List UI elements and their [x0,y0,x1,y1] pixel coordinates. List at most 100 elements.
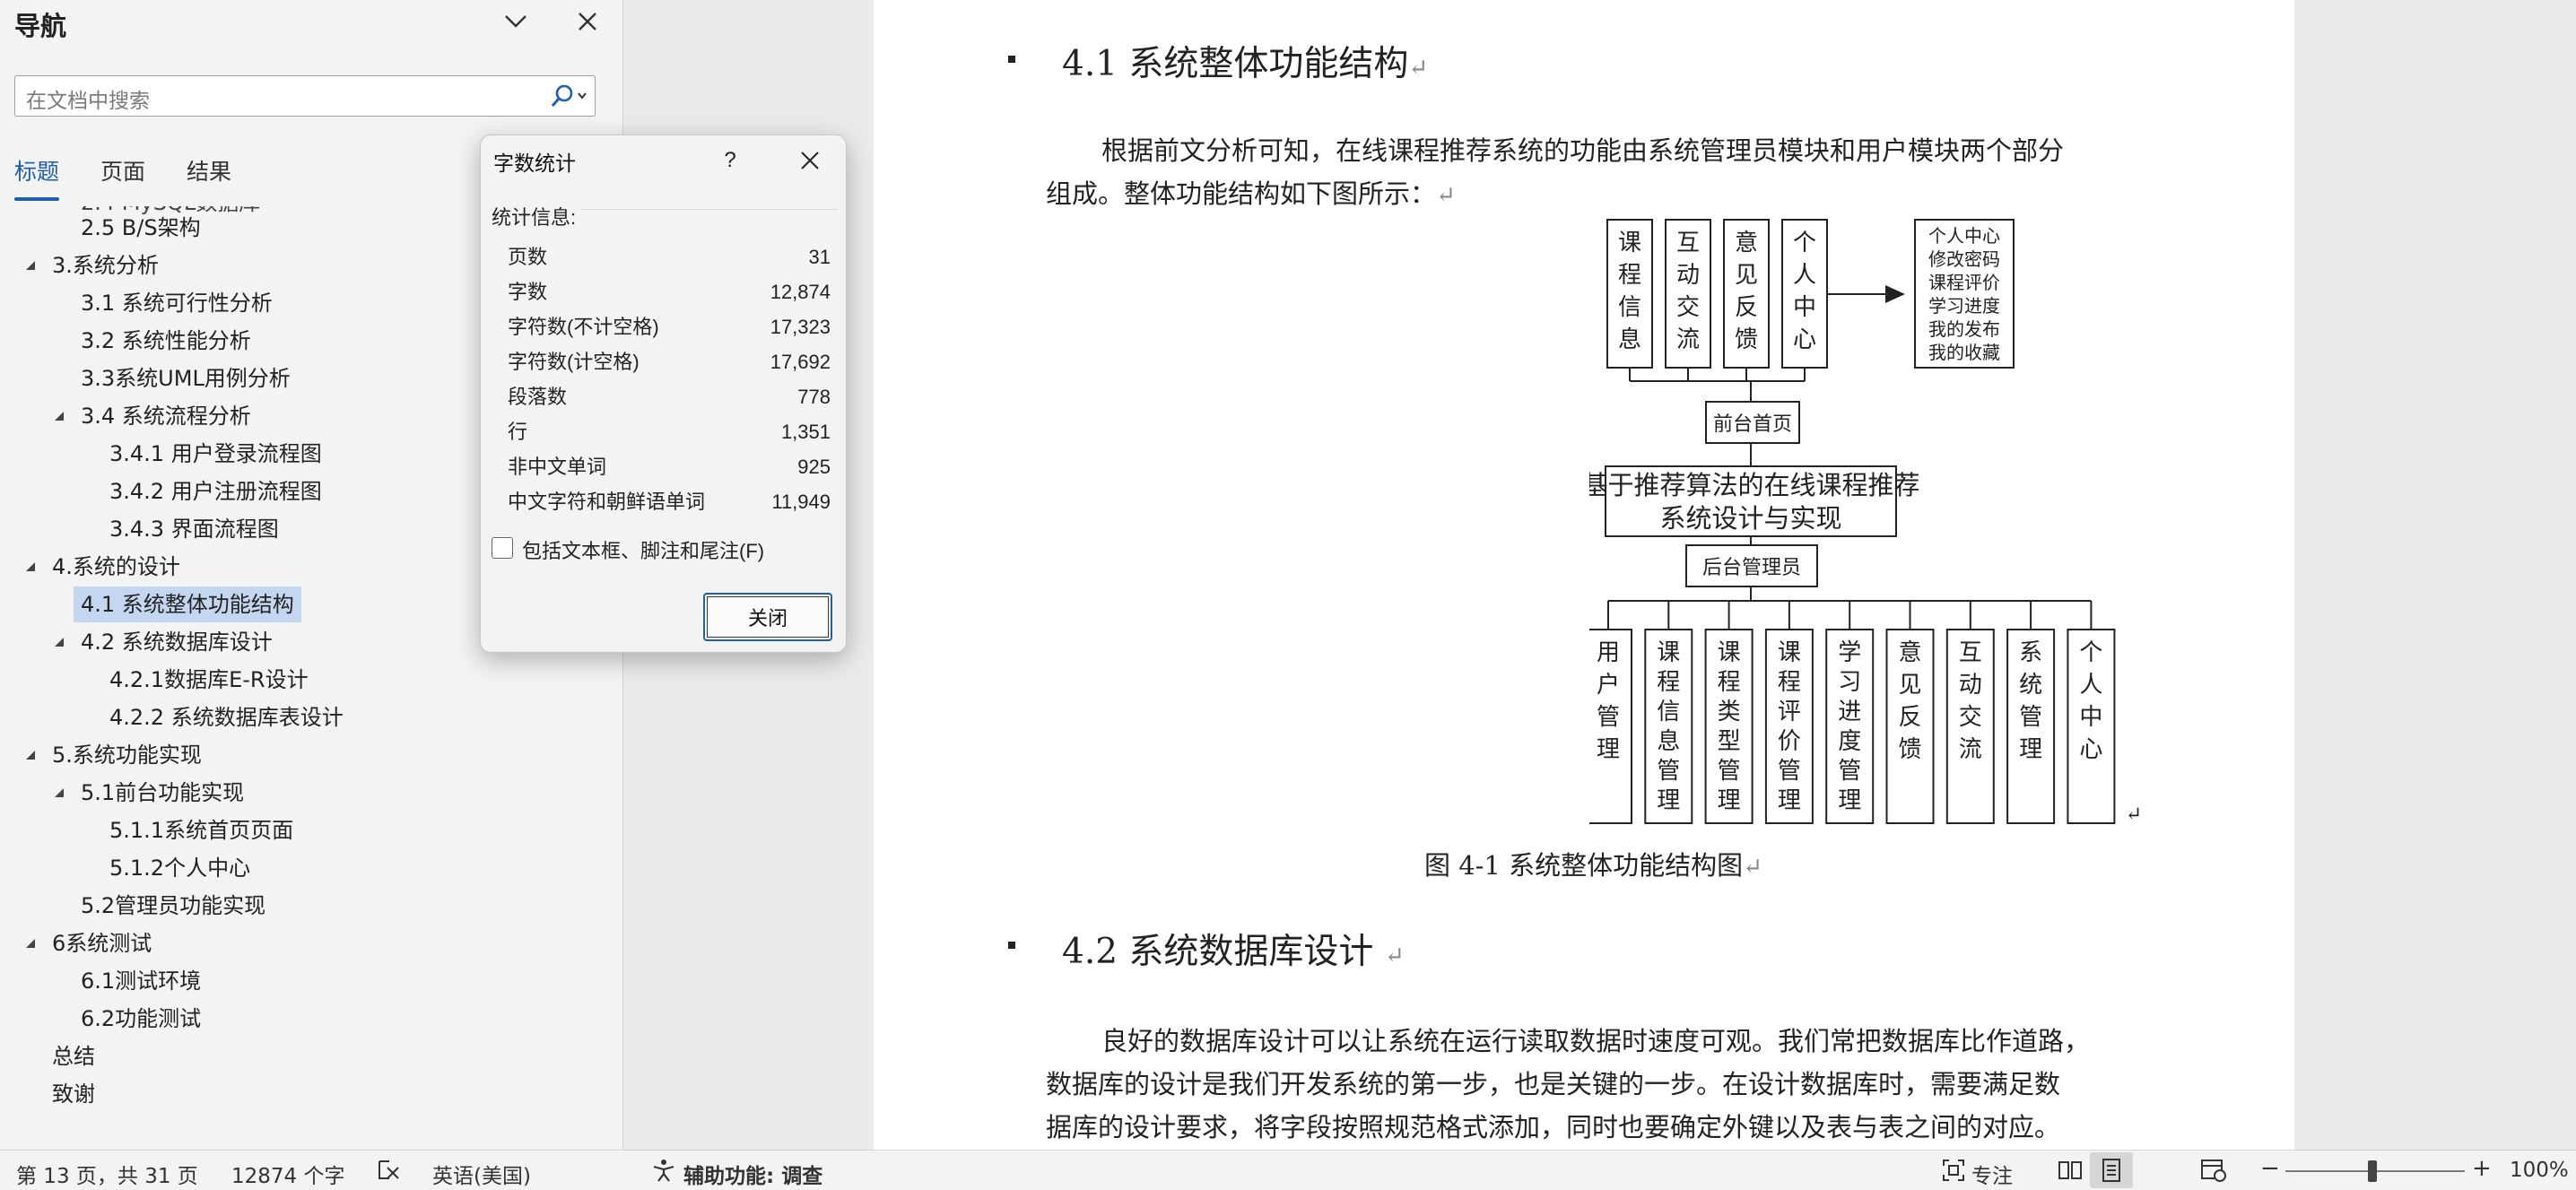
tree-item-label: 致谢 [52,1081,95,1107]
collapse-triangle-icon[interactable] [47,624,72,660]
collapse-triangle-icon[interactable] [18,549,43,585]
proofing-icon[interactable] [375,1156,404,1185]
management-module-label: 学 [1838,639,1861,666]
word-count-dialog: 字数统计 ? 统计信息: 包括文本框、脚注和尾注(F) 关闭 页数 31 字数 12,… [480,135,847,653]
stat-row: 行 1,351 [508,414,831,449]
close-button[interactable]: 关闭 [703,593,832,641]
tree-item[interactable]: 总结 [0,1038,622,1074]
search-placeholder: 在文档中搜索 [26,90,150,113]
collapse-triangle-icon[interactable] [47,775,72,811]
tree-item[interactable]: 5.1.1系统首页页面 [0,812,622,848]
paragraph-line: 根据前文分析可知，在线课程推荐系统的功能由系统管理员模块和用户模块两个部分 [1101,135,2065,166]
stat-row: 字数 12,874 [508,274,831,309]
search-input[interactable]: 在文档中搜索 [14,75,596,117]
tree-item[interactable]: 5.系统功能实现 [0,737,622,773]
zoom-out-button[interactable]: − [2260,1155,2280,1182]
tab-headings[interactable]: 标题 [14,154,59,187]
collapse-triangle-icon[interactable] [18,248,43,283]
paragraph-line: 组成。整体功能结构如下图所示：↵ [1046,178,1456,209]
print-layout-icon [2097,1156,2126,1185]
tree-item[interactable]: 致谢 [0,1076,622,1112]
management-module-label: 型 [1718,728,1741,755]
paragraph-line: 数据库的设计是我们开发系统的第一步，也是关键的一步。在设计数据库时，需要满足数 [1046,1069,2061,1099]
paragraph-line: 据库的设计要求，将字段按照规范格式添加，同时也要确定外键以及表与表之间的对应。 [1046,1112,2061,1142]
management-module-label: 理 [1718,787,1741,814]
management-module-label: 习 [1838,669,1861,696]
system-title-line: 基于推荐算法的在线课程推荐 [1589,470,1920,500]
tree-item-label: 4.系统的设计 [52,554,180,579]
stat-row: 页数 31 [508,239,831,274]
tree-item[interactable]: 6.2功能测试 [0,1001,622,1037]
focus-icon[interactable] [1939,1156,1968,1185]
tab-results[interactable]: 结果 [187,154,231,187]
collapse-triangle-icon[interactable] [47,398,72,434]
module-box-label: 心 [1793,326,1816,353]
management-module-label: 管 [1778,758,1801,785]
word-count[interactable]: 12874 个字 [231,1159,344,1189]
language[interactable]: 英语(美国) [432,1159,531,1189]
module-box-label: 意 [1735,230,1758,256]
tree-item-label: 3.4 系统流程分析 [81,404,251,429]
focus-mode-label[interactable]: 专注 [1971,1159,2013,1189]
tree-item[interactable]: 6.1测试环境 [0,963,622,999]
tree-item-label: 5.2管理员功能实现 [81,893,266,918]
zoom-level[interactable]: 100% [2510,1159,2569,1182]
stat-value: 17,692 [770,351,831,373]
management-module-label: 息 [1657,728,1680,755]
tree-item[interactable]: 4.2.1数据库E-R设计 [0,662,622,698]
management-module-label: 类 [1718,699,1741,725]
zoom-in-button[interactable]: + [2472,1155,2492,1182]
collapse-triangle-icon[interactable] [18,737,43,773]
search-icon[interactable] [543,78,593,114]
management-module-label: 互 [1959,639,1982,666]
module-box-label: 息 [1618,326,1641,353]
tree-item-label: 4.2.1数据库E-R设计 [109,667,309,692]
include-textboxes-checkbox[interactable] [492,537,513,559]
read-mode-icon[interactable] [2056,1156,2084,1185]
tab-pages[interactable]: 页面 [100,154,145,187]
module-box-label: 课 [1618,230,1641,256]
stat-row: 中文字符和朝鲜语单词 11,949 [508,484,831,519]
module-box-label: 见 [1735,262,1758,289]
stat-label: 页数 [508,246,548,268]
tree-item[interactable]: 4.2.2 系统数据库表设计 [0,699,622,735]
checkbox-label[interactable]: 包括文本框、脚注和尾注(F) [522,535,764,564]
tree-item[interactable]: 6系统测试 [0,925,622,961]
collapse-triangle-icon[interactable] [18,925,43,961]
system-title-line: 系统设计与实现 [1659,503,1841,534]
management-module-label: 程 [1657,669,1680,696]
function-structure-diagram: 课程信息互动交流意见反馈个人中心个人中心修改密码课程评价学习进度我的发布我的收藏… [1589,219,2142,825]
accessibility-icon[interactable] [649,1156,678,1185]
tree-item-label: 4.2.2 系统数据库表设计 [109,705,344,730]
management-module-label: 度 [1838,728,1861,755]
tree-item[interactable]: 5.1前台功能实现 [0,775,622,811]
management-module-label: 课 [1657,639,1680,666]
tree-item-label: 3.4.2 用户注册流程图 [109,479,322,504]
accessibility-status[interactable]: 辅助功能: 调查 [683,1159,822,1189]
stat-row: 段落数 778 [508,379,831,414]
front-page-label: 前台首页 [1713,413,1792,436]
stat-value: 31 [808,246,831,268]
page-count[interactable]: 第 13 页，共 31 页 [16,1159,198,1189]
module-box-label: 个 [1793,230,1816,256]
document-page[interactable]: 4.1 系统整体功能结构↵ 根据前文分析可知，在线课程推荐系统的功能由系统管理员… [874,0,2294,1150]
close-icon[interactable] [788,143,832,178]
help-icon[interactable]: ? [712,143,748,178]
zoom-slider-thumb[interactable] [2368,1160,2377,1182]
tree-item-label: 6.1测试环境 [81,969,202,994]
tree-item-label: 3.4.3 界面流程图 [109,517,279,542]
close-icon[interactable] [565,2,610,41]
stat-label: 字数 [508,281,548,303]
tree-item[interactable]: 5.1.2个人中心 [0,850,622,886]
chevron-down-icon[interactable] [493,2,538,41]
stat-label: 行 [508,421,528,443]
module-box-label: 中 [1793,294,1816,321]
statistics-section-label: 统计信息: [492,202,582,230]
management-module-label: 课 [1718,639,1741,666]
management-module-label: 系 [2019,639,2042,666]
management-module-label: 交 [1959,704,1982,731]
web-layout-icon[interactable] [2199,1156,2228,1185]
tree-item-label: 3.4.1 用户登录流程图 [109,441,322,466]
tree-item[interactable]: 5.2管理员功能实现 [0,888,622,924]
module-box-label: 动 [1676,262,1700,289]
